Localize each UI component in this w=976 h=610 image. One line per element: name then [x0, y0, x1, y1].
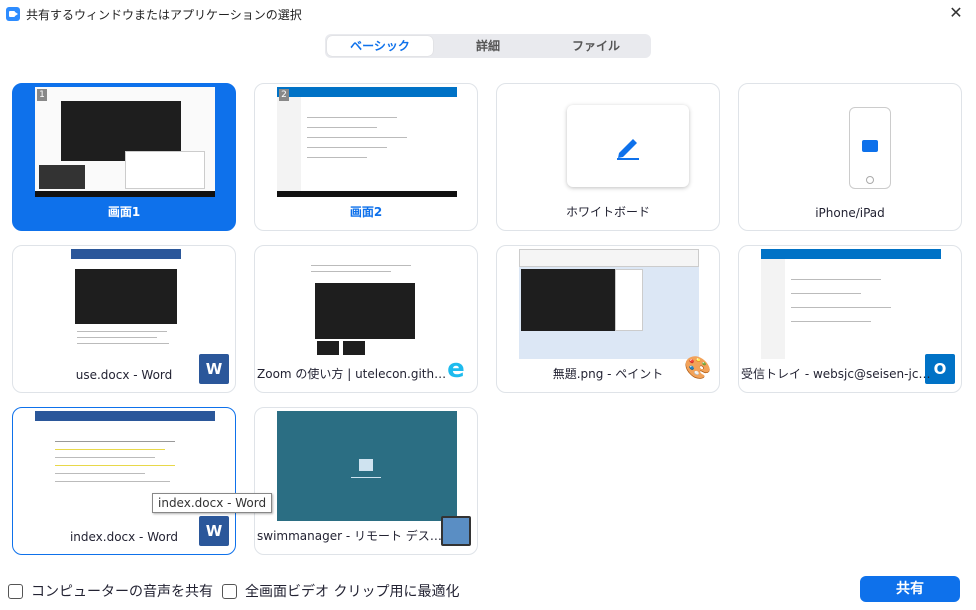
card-label: swimmanager - リモート デスクトッ... — [257, 529, 447, 543]
title-bar: 共有するウィンドウまたはアプリケーションの選択 ✕ — [0, 0, 976, 28]
screen-1-thumbnail: 1 — [35, 87, 215, 197]
share-card-use-docx[interactable]: W use.docx - Word — [12, 245, 236, 393]
window-title: 共有するウィンドウまたはアプリケーションの選択 — [26, 8, 302, 22]
card-label: index.docx - Word — [69, 530, 179, 544]
close-icon[interactable]: ✕ — [936, 0, 976, 28]
share-audio-checkbox[interactable]: コンピューターの音声を共有 — [8, 581, 213, 601]
share-card-whiteboard[interactable]: ホワイトボード — [496, 83, 720, 231]
tooltip: index.docx - Word — [152, 493, 273, 513]
airplay-icon — [862, 140, 878, 152]
share-card-screen-2[interactable]: 2 画面2 — [254, 83, 478, 231]
share-card-paint[interactable]: 🎨 無題.png - ペイント — [496, 245, 720, 393]
card-label: 無題.png - ペイント — [552, 367, 664, 381]
share-card-screen-1[interactable]: 1 画面1 — [12, 83, 236, 231]
window-thumbnail — [277, 411, 457, 521]
window-thumbnail — [761, 249, 941, 359]
whiteboard-preview — [567, 105, 689, 187]
tab-basic[interactable]: ベーシック — [327, 36, 433, 56]
optimize-video-checkbox[interactable]: 全画面ビデオ クリップ用に最適化 — [222, 581, 459, 601]
share-card-iphone-ipad[interactable]: iPhone/iPad — [738, 83, 962, 231]
share-audio-label: コンピューターの音声を共有 — [31, 584, 213, 600]
card-label: use.docx - Word — [75, 368, 173, 382]
checkbox-box[interactable] — [8, 583, 23, 599]
tab-advanced[interactable]: 詳細 — [435, 36, 541, 56]
share-button[interactable]: 共有 — [860, 576, 960, 602]
card-label: ホワイトボード — [565, 205, 650, 219]
window-thumbnail — [519, 249, 699, 359]
zoom-icon — [6, 7, 20, 21]
share-card-zoom-browser[interactable]: e Zoom の使い方 | utelecon.github... — [254, 245, 478, 393]
checkbox-box[interactable] — [222, 583, 237, 599]
screen-number-badge: 2 — [279, 89, 289, 101]
phone-icon — [849, 107, 891, 189]
pen-icon — [617, 139, 639, 160]
share-card-remote-desktop[interactable]: swimmanager - リモート デスクトッ... — [254, 407, 478, 555]
card-label: 受信トレイ - websjc@seisen-jc.ac.... — [741, 367, 931, 381]
card-label: 画面1 — [107, 205, 141, 219]
screen-number-badge: 1 — [37, 89, 47, 101]
share-type-tabs: ベーシック 詳細 ファイル — [325, 34, 651, 58]
window-thumbnail — [277, 249, 457, 359]
card-label: 画面2 — [349, 205, 383, 219]
share-card-outlook[interactable]: O 受信トレイ - websjc@seisen-jc.ac.... — [738, 245, 962, 393]
bottom-bar: コンピューターの音声を共有 全画面ビデオ クリップ用に最適化 共有 — [0, 570, 976, 610]
optimize-video-label: 全画面ビデオ クリップ用に最適化 — [245, 584, 460, 600]
share-card-index-docx[interactable]: W index.docx - Word — [12, 407, 236, 555]
screen-2-thumbnail: 2 — [277, 87, 457, 197]
tab-files[interactable]: ファイル — [543, 36, 649, 56]
card-label: iPhone/iPad — [815, 206, 885, 220]
card-label: Zoom の使い方 | utelecon.github... — [257, 367, 447, 381]
window-thumbnail — [35, 249, 215, 359]
